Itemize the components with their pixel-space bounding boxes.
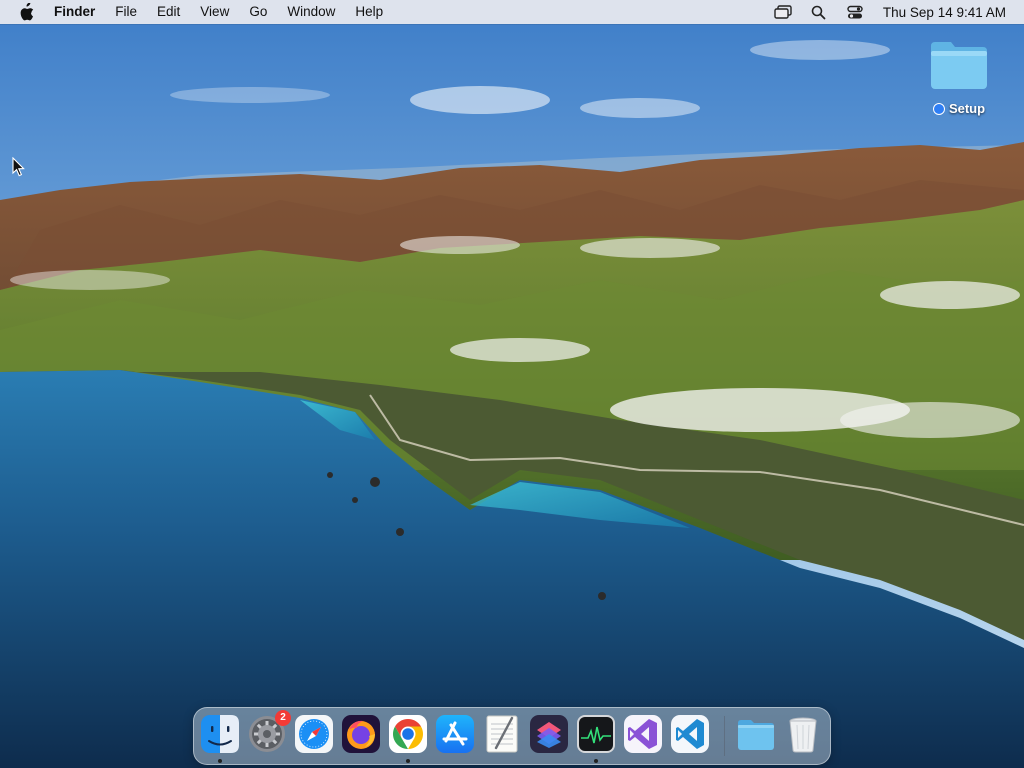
visual-studio-icon <box>624 715 662 753</box>
dock-item-vscode[interactable] <box>670 714 710 754</box>
menu-bar-clock[interactable]: Thu Sep 14 9:41 AM <box>883 5 1006 20</box>
running-indicator <box>406 759 410 763</box>
spotlight-search-icon[interactable] <box>809 4 829 20</box>
dock-item-downloads[interactable] <box>736 714 776 754</box>
menu-edit[interactable]: Edit <box>147 0 190 24</box>
control-center-icon[interactable] <box>845 4 865 20</box>
menu-window[interactable]: Window <box>277 0 345 24</box>
dock: 2 <box>193 707 831 765</box>
running-indicator <box>594 759 598 763</box>
menu-go[interactable]: Go <box>239 0 277 24</box>
running-indicator <box>218 759 222 763</box>
vscode-icon <box>671 715 709 753</box>
activity-monitor-icon <box>577 715 615 753</box>
textedit-icon <box>486 715 518 753</box>
desktop-folder-name: Setup <box>948 101 986 116</box>
desktop-folder-label: Setup <box>932 101 986 116</box>
shortcuts-icon <box>530 715 568 753</box>
menu-file[interactable]: File <box>105 0 147 24</box>
screen-mirroring-icon[interactable] <box>773 4 793 20</box>
menu-bar-status-area: Thu Sep 14 9:41 AM <box>765 0 1024 24</box>
menu-view[interactable]: View <box>190 0 239 24</box>
menu-app-name[interactable]: Finder <box>48 0 105 24</box>
menu-bar: Finder File Edit View Go Window Help Thu… <box>0 0 1024 24</box>
dock-item-shortcuts[interactable] <box>529 714 569 754</box>
folder-icon <box>931 42 987 89</box>
dock-item-chrome[interactable] <box>388 714 428 763</box>
dock-item-finder[interactable] <box>200 714 240 763</box>
dock-item-safari[interactable] <box>294 714 334 754</box>
dock-item-visual-studio[interactable] <box>623 714 663 754</box>
dock-divider <box>724 716 725 756</box>
menu-help[interactable]: Help <box>345 0 393 24</box>
dock-item-textedit[interactable] <box>482 714 522 754</box>
chrome-icon <box>389 715 427 753</box>
desktop-wallpaper <box>0 0 1024 768</box>
notification-badge: 2 <box>275 710 291 726</box>
firefox-icon <box>342 715 380 753</box>
dock-item-trash[interactable] <box>783 714 823 754</box>
finder-icon <box>201 715 239 753</box>
dock-item-activity-monitor[interactable] <box>576 714 616 763</box>
downloads-folder-icon <box>738 720 774 750</box>
trash-icon <box>789 717 817 753</box>
mouse-cursor-icon <box>12 157 25 177</box>
folder-tag-dot <box>932 102 945 115</box>
desktop-folder-setup[interactable]: Setup <box>922 38 996 120</box>
dock-item-system-settings[interactable]: 2 <box>247 710 291 754</box>
dock-item-app-store[interactable] <box>435 714 475 754</box>
safari-icon <box>295 715 333 753</box>
apple-menu-icon[interactable] <box>18 3 34 21</box>
app-store-icon <box>436 715 474 753</box>
dock-item-firefox[interactable] <box>341 714 381 754</box>
